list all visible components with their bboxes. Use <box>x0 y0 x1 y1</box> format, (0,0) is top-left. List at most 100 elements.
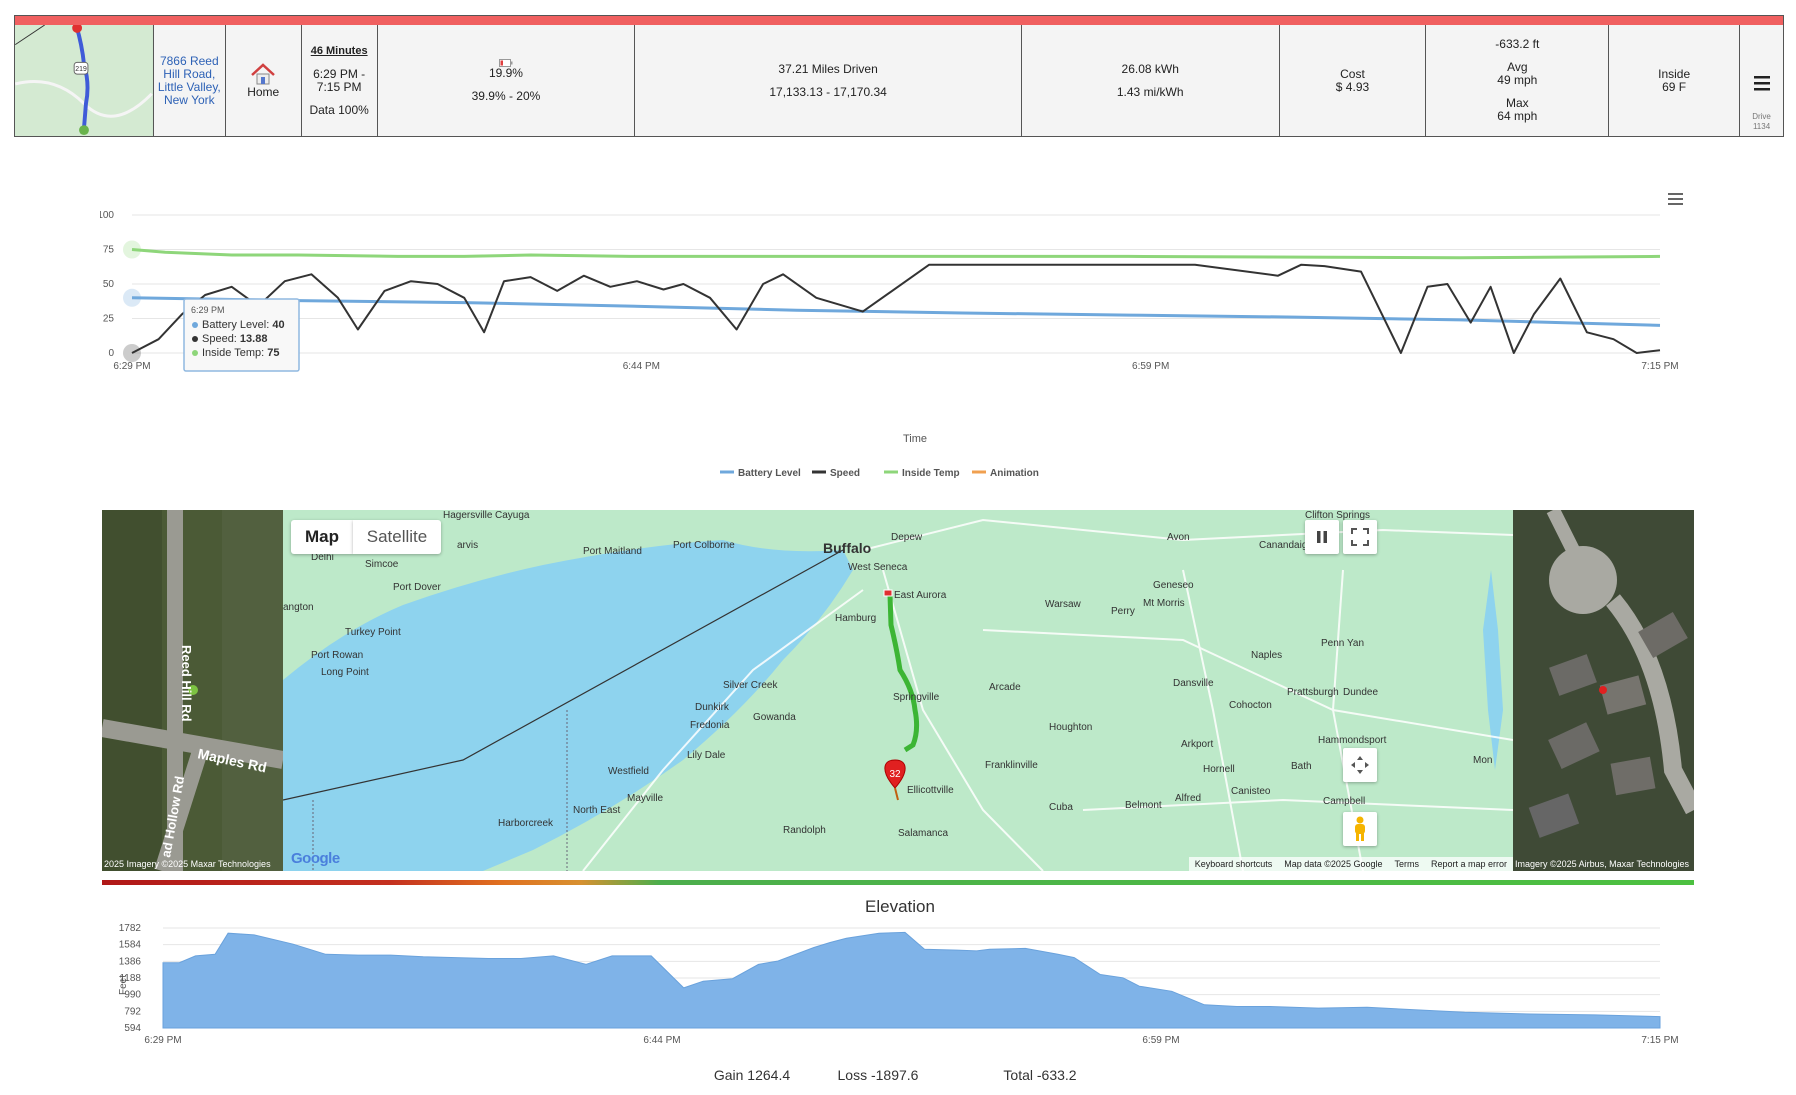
hover-point-speed <box>123 344 141 362</box>
place-label: Gowanda <box>753 712 796 723</box>
place-label: Westfield <box>608 766 649 777</box>
route-thumbnail-map[interactable]: 219 <box>15 25 154 136</box>
drive-id: 1134 <box>1752 122 1771 131</box>
place-label: Lily Dale <box>687 750 726 761</box>
hamburger-menu-icon[interactable] <box>1752 74 1772 92</box>
terms-link[interactable]: Terms <box>1394 859 1419 869</box>
time-cell: 46 Minutes 6:29 PM - 7:15 PM Data 100% <box>302 25 378 136</box>
battery-now: 19.9% <box>488 65 523 80</box>
place-label: Port Maitland <box>583 546 642 557</box>
chart-menu-icon[interactable] <box>1668 193 1683 205</box>
place-label: Salamanca <box>898 828 949 839</box>
fullscreen-icon <box>1351 528 1369 546</box>
place-label: Hornell <box>1203 764 1235 775</box>
keyboard-shortcuts-link[interactable]: Keyboard shortcuts <box>1195 859 1273 869</box>
place-label: Alfred <box>1175 793 1202 804</box>
home-icon <box>251 63 276 85</box>
place-label: Campbell <box>1323 796 1366 807</box>
place-label: Port Rowan <box>311 650 364 661</box>
place-label: Dunkirk <box>695 702 729 713</box>
tooltip-time: 6:29 PM <box>191 305 225 315</box>
end-satellite-credit: Imagery ©2025 Airbus, Maxar Technologies <box>1515 859 1690 869</box>
place-label: Cuba <box>1049 802 1073 813</box>
start-satellite-image: Reed Hill Rd Maples Rd ad Hollow Rd 2025… <box>102 510 283 871</box>
x-tick-label: 6:29 PM <box>144 1035 181 1046</box>
tooltip-line: Inside Temp: 75 <box>202 347 279 359</box>
hover-point-battery-level <box>123 288 141 307</box>
elevation-chart: Elevation Feet 5947929901188138615841782… <box>118 897 1679 1083</box>
y-tick-label: 792 <box>124 1006 141 1017</box>
fullscreen-button[interactable] <box>1343 520 1377 554</box>
max-speed: 64 mph <box>1497 109 1538 123</box>
elevation-loss: Loss -1897.6 <box>838 1067 919 1083</box>
home-label: Home <box>247 85 280 99</box>
start-satellite-view[interactable]: Reed Hill Rd Maples Rd ad Hollow Rd 2025… <box>102 510 283 871</box>
place-label: Ellicottville <box>907 785 954 796</box>
move-camera-icon <box>1351 756 1369 774</box>
place-label: Port Dover <box>393 582 441 593</box>
place-label: Canisteo <box>1231 786 1271 797</box>
end-satellite-view[interactable]: Imagery ©2025 Airbus, Maxar Technologies <box>1513 510 1694 871</box>
place-label: Arcade <box>989 682 1021 693</box>
y-tick-label: 75 <box>103 245 115 256</box>
place-label: Randolph <box>783 825 826 836</box>
series-line-speed <box>131 263 1661 354</box>
cost-cell: Cost $ 4.93 <box>1280 25 1427 136</box>
chart-tooltip: 6:29 PM Battery Level: 40 Speed: 13.88 Insi… <box>183 298 300 372</box>
place-label: Houghton <box>1049 722 1093 733</box>
pegman-icon <box>1355 816 1365 841</box>
place-label: Mayville <box>627 793 664 804</box>
map-section: Reed Hill Rd Maples Rd ad Hollow Rd 2025… <box>102 510 1694 871</box>
place-label: Simcoe <box>365 559 399 570</box>
summary-accent-bar <box>15 16 1783 25</box>
place-label: West Seneca <box>848 562 908 573</box>
elevation-area <box>162 931 1661 1029</box>
place-label: Long Point <box>321 667 369 678</box>
map-view-tab[interactable]: Map <box>291 520 353 554</box>
x-tick-label: 6:29 PM <box>113 361 150 372</box>
avg-speed: 49 mph <box>1497 73 1538 87</box>
place-label: arvis <box>457 540 479 551</box>
series-line-battery-level <box>131 296 1661 327</box>
route-thumbnail-label: 219 <box>76 66 88 73</box>
start-satellite-credit: 2025 Imagery ©2025 Maxar Technologies <box>104 859 271 869</box>
drive-label: Drive <box>1752 112 1771 121</box>
camera-control-button[interactable] <box>1343 748 1377 782</box>
place-label: Dundee <box>1343 687 1379 698</box>
chart-legend: Battery Level Speed Inside Temp Animation <box>720 468 1039 479</box>
y-tick-label: 100 <box>100 210 114 221</box>
y-tick-label: 25 <box>103 314 115 325</box>
pause-button[interactable] <box>1305 520 1339 554</box>
place-label: Avon <box>1167 532 1190 543</box>
home-cell[interactable]: Home <box>226 25 302 136</box>
place-label: Buffalo <box>823 540 872 556</box>
speed-gradient-bar <box>102 880 1694 885</box>
x-tick-label: 6:44 PM <box>623 361 660 372</box>
time-range: 6:29 PM - 7:15 PM <box>313 66 366 94</box>
place-label: Port Colborne <box>673 540 735 551</box>
tooltip-line: Speed: 13.88 <box>202 333 267 345</box>
y-tick-label: 1584 <box>119 940 142 951</box>
legend-label: Speed <box>830 468 860 479</box>
street-view-pegman[interactable] <box>1343 812 1377 846</box>
elevation-total: Total -633.2 <box>1003 1067 1076 1083</box>
y-tick-label: 594 <box>124 1023 141 1034</box>
place-label: Belmont <box>1125 800 1162 811</box>
drive-summary-bar: 219 7866 Reed Hill Road, Little Valley, … <box>14 15 1784 137</box>
place-label: Turkey Point <box>345 627 401 638</box>
report-map-error-link[interactable]: Report a map error <box>1431 859 1507 869</box>
satellite-view-tab[interactable]: Satellite <box>353 520 441 554</box>
place-label: Fredonia <box>690 720 730 731</box>
map-data-credit: Map data ©2025 Google <box>1284 859 1383 869</box>
place-label: Harborcreek <box>498 818 554 829</box>
efficiency: 1.43 mi/kWh <box>1116 84 1184 99</box>
route-map[interactable]: 32 Hagersville Cayuga Delhi Simcoe Port Colb… <box>283 510 1513 871</box>
chart-x-axis-label: Time <box>903 433 927 445</box>
x-tick-label: 6:44 PM <box>643 1035 680 1046</box>
elevation-y-ticks: 594 792 990 1188 1386 1584 1782 <box>119 923 142 1034</box>
place-label: Mt Morris <box>1143 598 1185 609</box>
duration-link[interactable]: 46 Minutes <box>311 45 368 58</box>
y-tick-label: 1386 <box>119 956 142 967</box>
place-label: Mon <box>1473 755 1493 766</box>
pause-icon <box>1317 531 1327 543</box>
